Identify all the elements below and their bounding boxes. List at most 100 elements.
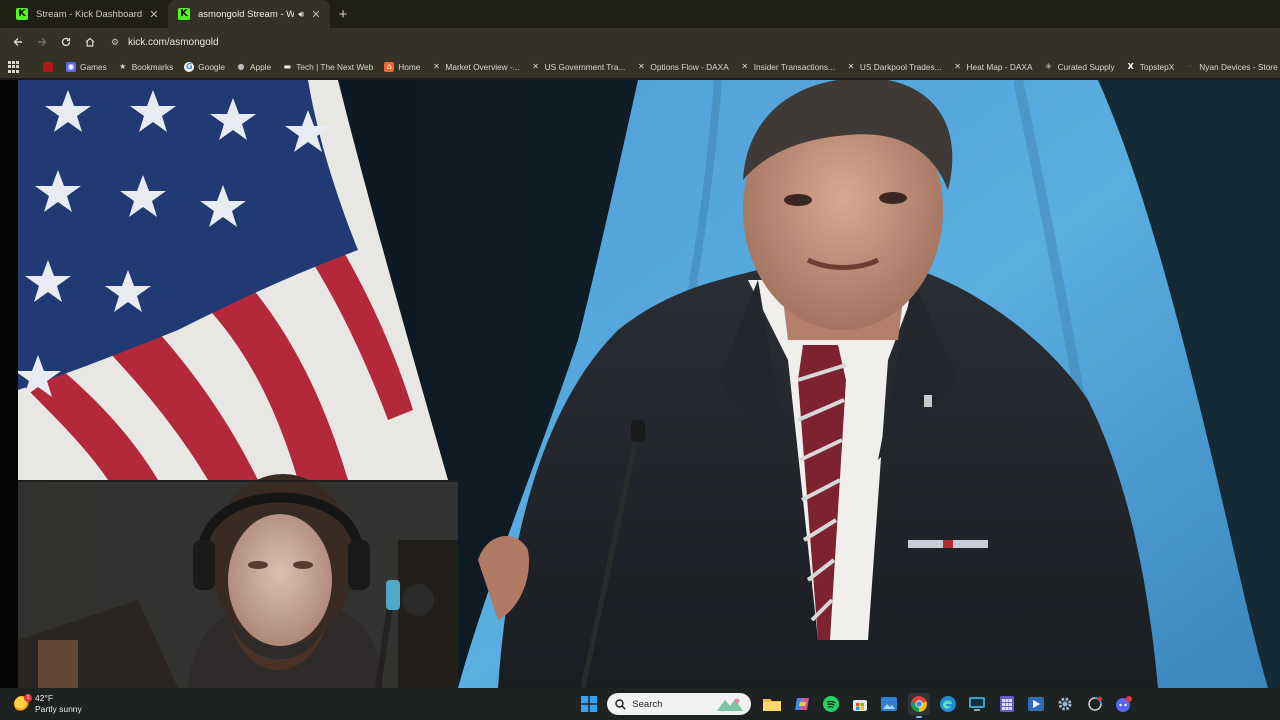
bookmark-curated-supply[interactable]: ✳ Curated Supply (1044, 62, 1115, 72)
store-button[interactable] (849, 693, 871, 715)
spotify-icon (822, 696, 839, 712)
sync-icon (1087, 696, 1102, 711)
monitor-icon (969, 697, 986, 711)
start-button[interactable] (578, 693, 600, 715)
bookmark-options-flow[interactable]: ✕ Options Flow - DAXA (636, 62, 729, 72)
notification-badge: 1 (24, 694, 32, 702)
speaker-icon[interactable]: 🔊︎ (298, 9, 304, 20)
tab-title: Stream - Kick Dashboard (36, 8, 143, 20)
tnw-icon: ▬ (283, 62, 292, 71)
edge-button[interactable] (937, 693, 959, 715)
bookmark-label: Nyan Devices - Store (1199, 62, 1278, 72)
chrome-button[interactable] (907, 693, 930, 718)
photos-icon (881, 697, 898, 711)
weather-widget[interactable]: 1 42°F Partly sunny (14, 693, 82, 715)
new-tab-button[interactable]: + (330, 0, 356, 28)
kick-logo-icon: K (178, 8, 190, 20)
photos-button[interactable] (878, 693, 900, 715)
tab-strip: K Stream - Kick Dashboard ✕ K asmongold … (0, 0, 1280, 28)
bookmark-games[interactable]: ◉ Games (66, 62, 107, 72)
discord-icon (1115, 696, 1132, 712)
tab-asmongold-stream[interactable]: K asmongold Stream - Watch 🔊︎ ✕ (168, 0, 330, 28)
bookmark-apple[interactable]: ● Apple (236, 62, 272, 72)
reload-icon (61, 37, 71, 47)
daxa-icon: ✕ (954, 62, 961, 71)
discord-button[interactable] (1113, 693, 1135, 715)
store-bag-icon (853, 700, 868, 711)
url-text: kick.com/asmongold (128, 36, 219, 48)
site-info-icon[interactable]: ⚙︎ (108, 37, 122, 48)
home-icon: ⌂ (384, 62, 395, 72)
chrome-icon (910, 696, 927, 712)
close-icon[interactable]: ✕ (310, 8, 322, 21)
address-bar[interactable]: ⚙︎ kick.com/asmongold (108, 30, 1272, 54)
video-frame (18, 80, 1280, 688)
obs-button[interactable] (1025, 693, 1047, 715)
spotify-button[interactable] (820, 693, 842, 715)
apple-icon: ● (237, 62, 245, 71)
bookmark-label: Tech | The Next Web (296, 62, 374, 72)
stream-video-player[interactable] (18, 80, 1280, 688)
daxa-icon: ✕ (638, 62, 645, 71)
asterisk-icon: ✳ (1045, 62, 1052, 71)
edge-icon (940, 696, 957, 712)
home-icon (85, 37, 95, 47)
arrow-right-icon (38, 38, 47, 46)
folder-icon (763, 699, 782, 711)
bookmark-label: Google (198, 62, 226, 72)
taskbar-search-box[interactable]: Search (607, 693, 752, 715)
bookmark-tnw[interactable]: ▬ Tech | The Next Web (282, 62, 373, 72)
bookmark-label: Heat Map - DAXA (966, 62, 1033, 72)
bookmark-label: Insider Transactions... (753, 62, 835, 72)
tab-title: asmongold Stream - Watch (198, 8, 295, 20)
bookmark-topstepx[interactable]: X TopstepX (1126, 62, 1175, 72)
gear-icon (1058, 697, 1072, 711)
file-explorer-button[interactable] (761, 693, 783, 715)
bookmark-red[interactable] (43, 62, 57, 72)
search-highlight-art-icon (717, 698, 744, 711)
close-icon[interactable]: ✕ (148, 8, 160, 21)
bookmarks-bar: ◉ Games ★ Bookmarks G Google ● Apple ▬ Tech |… (0, 56, 1280, 78)
bookmark-label: Home (398, 62, 421, 72)
bookmark-heat-map[interactable]: ✕ Heat Map - DAXA (953, 62, 1033, 72)
bookmark-label: US Darkpool Trades... (859, 62, 942, 72)
weather-temperature: 42°F (35, 693, 54, 703)
home-button[interactable] (78, 30, 102, 54)
steam-button[interactable] (1084, 693, 1106, 715)
bookmark-home[interactable]: ⌂ Home (384, 62, 420, 72)
back-button[interactable] (6, 30, 30, 54)
forward-button[interactable] (30, 30, 54, 54)
bookmark-us-gov[interactable]: ✕ US Government Tra... (531, 62, 625, 72)
reload-button[interactable] (54, 30, 78, 54)
bookmark-market-overview[interactable]: ✕ Market Overview -... (431, 62, 520, 72)
settings-button[interactable] (1054, 693, 1076, 715)
nyan-icon: · (1189, 62, 1192, 71)
partly-sunny-icon: 1 (14, 694, 32, 712)
bookmark-nyan[interactable]: · Nyan Devices - Store (1185, 62, 1278, 72)
x-icon: X (1127, 62, 1134, 71)
calculator-button[interactable] (996, 693, 1018, 715)
media-player-icon (1027, 697, 1044, 711)
bookmark-bookmarks[interactable]: ★ Bookmarks (118, 62, 174, 72)
bookmark-google[interactable]: G Google (184, 62, 225, 72)
weather-description: Partly sunny (35, 704, 82, 714)
taskbar-apps: Search (578, 692, 1142, 718)
copilot-button[interactable] (791, 693, 813, 715)
windows-taskbar: 1 42°F Partly sunny Search (0, 688, 1280, 720)
terminal-button[interactable] (966, 693, 988, 715)
red-bookmark-icon (43, 62, 53, 72)
daxa-icon: ✕ (847, 62, 855, 71)
search-placeholder: Search (632, 698, 663, 710)
search-icon (615, 698, 627, 710)
tab-kick-dashboard[interactable]: K Stream - Kick Dashboard ✕ (6, 0, 168, 28)
bookmark-label: Bookmarks (131, 62, 174, 72)
browser-toolbar: ⚙︎ kick.com/asmongold (0, 28, 1280, 56)
bookmark-darkpool[interactable]: ✕ US Darkpool Trades... (846, 62, 942, 72)
windows-logo-icon (581, 696, 597, 712)
daxa-icon: ✕ (741, 62, 749, 71)
page-left-edge (0, 80, 18, 688)
bookmark-insider[interactable]: ✕ Insider Transactions... (740, 62, 835, 72)
discord-icon: ◉ (66, 62, 76, 72)
bookmark-label: Apple (250, 62, 272, 72)
apps-grid-icon[interactable] (8, 61, 19, 73)
